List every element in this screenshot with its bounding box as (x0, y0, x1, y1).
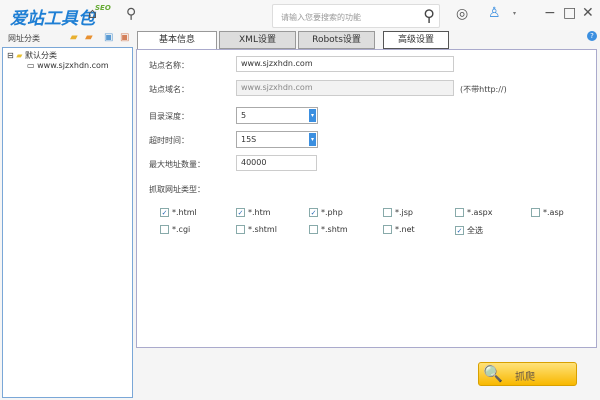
checkbox-type[interactable]: *.shtm (309, 225, 348, 234)
checkbox-type[interactable]: *.shtml (236, 225, 277, 234)
checkbox-label: *.shtm (321, 225, 348, 234)
checkbox-type[interactable]: *.cgi (160, 225, 190, 234)
max-urls-label: 最大地址数量： (149, 160, 205, 169)
checkbox[interactable]: ✓ (455, 226, 464, 235)
checkbox-type[interactable]: *.aspx (455, 208, 492, 217)
crawl-button[interactable]: 🔍 抓爬 (478, 362, 577, 386)
max-urls-input[interactable]: 40000 (236, 155, 317, 171)
checkbox[interactable] (236, 225, 245, 234)
tab-xml-settings[interactable]: XML设置 (219, 31, 296, 49)
search-placeholder: 请输入您要搜索的功能 (281, 13, 361, 22)
domain-label: 站点域名： (149, 85, 189, 94)
depth-value: 5 (241, 111, 247, 120)
timeout-value: 15S (241, 135, 257, 144)
checkbox[interactable] (383, 225, 392, 234)
tree-root-label: 默认分类 (24, 51, 57, 60)
add-site-icon[interactable]: ▣ (104, 32, 113, 43)
checkbox[interactable] (455, 208, 464, 217)
maximize-icon[interactable]: □ (563, 5, 576, 21)
magnifier-icon: 🔍 (483, 364, 503, 383)
checkbox[interactable] (160, 225, 169, 234)
logo-sub: SEO (95, 4, 111, 12)
delete-folder-icon[interactable]: ▰ (85, 32, 93, 43)
title-bar: 爱站工具包SEO ⌂ ⚲ 请输入您要搜索的功能 ⚲ ◎ ♙ ▾ − □ ✕ (0, 0, 600, 30)
depth-select[interactable]: 5 ▾ (236, 107, 318, 124)
checkbox[interactable]: ✓ (309, 208, 318, 217)
checkbox-type[interactable]: *.net (383, 225, 415, 234)
checkbox-label: *.net (395, 225, 415, 234)
timeout-select[interactable]: 15S ▾ (236, 131, 318, 148)
tab-robots-settings[interactable]: Robots设置 (298, 31, 375, 49)
checkbox[interactable]: ✓ (236, 208, 245, 217)
dropdown-icon[interactable]: ▾ (513, 10, 516, 17)
checkbox-label: *.html (172, 208, 197, 217)
user-icon[interactable]: ♙ (488, 5, 501, 21)
minimize-icon[interactable]: − (544, 5, 556, 21)
search-icon[interactable]: ⚲ (423, 6, 435, 25)
category-tree: ⊟ ▰ 默认分类 ▭ www.sjzxhdn.com (2, 47, 133, 398)
site-name-input[interactable]: www.sjzxhdn.com (236, 56, 454, 72)
checkbox-label: *.cgi (172, 225, 191, 234)
checkbox-label: 全选 (467, 226, 483, 235)
checkbox-type[interactable]: *.asp (531, 208, 564, 217)
checkbox[interactable] (309, 225, 318, 234)
home-icon[interactable]: ⌂ (88, 6, 97, 22)
domain-input: www.sjzxhdn.com (236, 80, 454, 96)
depth-label: 目录深度： (149, 112, 189, 121)
checkbox-type[interactable]: ✓ *.htm (236, 208, 271, 217)
skin-icon[interactable]: ◎ (456, 6, 468, 22)
checkbox-label: *.shtml (248, 225, 277, 234)
checkbox-type[interactable]: ✓ 全选 (455, 225, 483, 236)
tree-node-site[interactable]: ▭ www.sjzxhdn.com (27, 61, 109, 70)
url-types-label: 抓取网址类型： (149, 185, 205, 194)
tree-site-label: www.sjzxhdn.com (37, 61, 109, 70)
checkbox[interactable]: ✓ (160, 208, 169, 217)
checkbox-type[interactable]: *.jsp (383, 208, 413, 217)
domain-hint: (不带http://) (460, 85, 507, 94)
search-input[interactable]: 请输入您要搜索的功能 ⚲ (272, 4, 440, 28)
checkbox-type[interactable]: ✓ *.php (309, 208, 343, 217)
sidebar-title: 网址分类 (8, 34, 40, 43)
checkbox[interactable] (383, 208, 392, 217)
close-icon[interactable]: ✕ (582, 5, 594, 21)
delete-site-icon[interactable]: ▣ (120, 32, 129, 43)
timeout-label: 超时时间： (149, 136, 189, 145)
tree-node-root[interactable]: ⊟ ▰ 默认分类 (7, 50, 57, 61)
tab-basic-info[interactable]: 基本信息 (137, 31, 217, 50)
checkbox-label: *.jsp (395, 208, 414, 217)
tab-advanced-settings[interactable]: 高级设置 (383, 31, 449, 49)
checkbox-type[interactable]: ✓ *.html (160, 208, 197, 217)
checkbox-label: *.asp (543, 208, 564, 217)
chevron-down-icon[interactable]: ▾ (309, 133, 316, 146)
site-name-label: 站点名称： (149, 61, 189, 70)
logo-text: 爱站工具包 (10, 9, 95, 29)
user-settings-icon[interactable]: ⚲ (126, 6, 136, 22)
checkbox-label: *.php (321, 208, 343, 217)
checkbox-label: *.htm (248, 208, 271, 217)
chevron-down-icon[interactable]: ▾ (309, 109, 316, 122)
add-folder-icon[interactable]: ▰ (70, 32, 78, 43)
checkbox[interactable] (531, 208, 540, 217)
help-icon[interactable]: ? (587, 31, 597, 41)
crawl-label: 抓爬 (515, 372, 535, 383)
checkbox-label: *.aspx (467, 208, 493, 217)
